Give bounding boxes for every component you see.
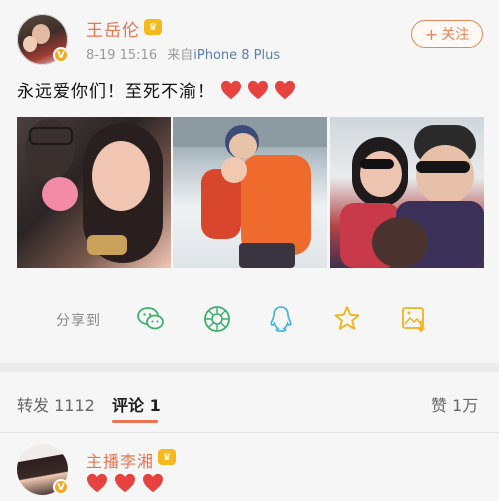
- post-meta: 8-19 15:16 来自iPhone 8 Plus: [86, 44, 280, 63]
- vip-crown-icon[interactable]: ♛: [158, 449, 176, 465]
- verified-badge-icon: V: [53, 479, 69, 495]
- section-divider: [0, 363, 499, 372]
- moments-icon[interactable]: [202, 304, 232, 334]
- source-prefix: 来自: [167, 48, 194, 63]
- heart-icon: [221, 80, 241, 99]
- active-tab-indicator: [112, 420, 158, 423]
- follow-button[interactable]: + 关注: [411, 20, 483, 48]
- post-date: 8-19 15:16: [86, 48, 158, 63]
- heart-icon: [275, 80, 295, 99]
- post-photo-1[interactable]: [17, 117, 171, 268]
- save-image-icon[interactable]: [399, 304, 429, 334]
- wechat-icon[interactable]: [136, 304, 166, 334]
- qzone-star-icon[interactable]: [332, 304, 362, 334]
- comment-body: [86, 473, 170, 493]
- vip-crown-icon[interactable]: ♛: [144, 19, 162, 35]
- heart-icon: [248, 80, 268, 99]
- heart-icon: [87, 473, 107, 493]
- comment-item: V 主播李湘 ♛: [0, 433, 499, 501]
- tab-repost[interactable]: 转发 1112: [17, 392, 95, 416]
- author-name[interactable]: 王岳伦: [86, 16, 140, 41]
- source-device[interactable]: iPhone 8 Plus: [193, 48, 280, 63]
- share-row: 分享到: [0, 302, 499, 336]
- share-label: 分享到: [56, 313, 101, 329]
- follow-label: 关注: [441, 27, 470, 43]
- weibo-post: V 王岳伦 ♛ 8-19 15:16 来自iPhone 8 Plus + 关注 …: [0, 0, 499, 360]
- heart-icon: [115, 473, 135, 493]
- post-photo-2[interactable]: [173, 117, 327, 268]
- heart-icon: [143, 473, 163, 493]
- tab-likes[interactable]: 赞 1万: [431, 392, 478, 416]
- verified-badge-icon: V: [53, 47, 69, 63]
- qq-icon[interactable]: [266, 304, 296, 334]
- commenter-name[interactable]: 主播李湘: [86, 448, 154, 472]
- post-body: 永远爱你们！至死不渝！: [17, 82, 215, 102]
- tab-comments[interactable]: 评论 1: [112, 392, 161, 416]
- post-photo-3[interactable]: [330, 117, 484, 268]
- interaction-tabs: 转发 1112 评论 1 赞 1万: [0, 372, 499, 433]
- post-text: 永远爱你们！至死不渝！: [17, 77, 296, 102]
- plus-icon: +: [424, 24, 439, 44]
